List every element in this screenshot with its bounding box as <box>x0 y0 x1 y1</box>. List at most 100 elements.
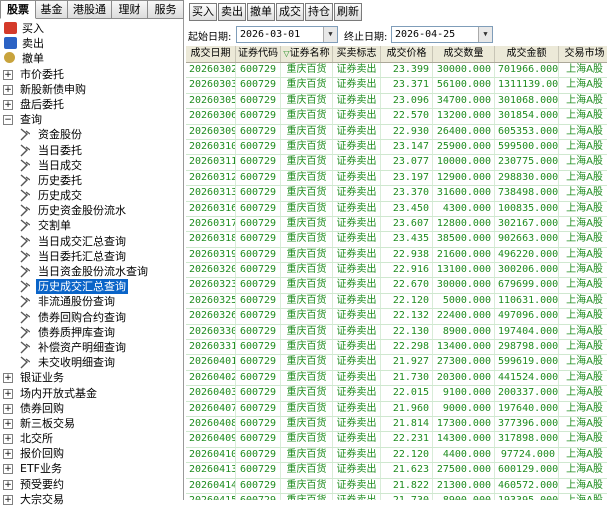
buy-button[interactable]: 买入 <box>189 3 217 21</box>
expand-icon[interactable]: + <box>3 418 13 429</box>
expand-icon[interactable]: + <box>3 84 13 95</box>
trades-button[interactable]: 成交 <box>276 3 304 21</box>
tree-item[interactable]: 当日资金股份流水查询 <box>0 264 183 279</box>
table-row[interactable]: 20260311 600729 重庆百货 证券卖出 23.077 10000.000 230… <box>186 155 607 171</box>
refresh-button[interactable]: 刷新 <box>334 3 362 21</box>
table-row[interactable]: 20260313 600729 重庆百货 证券卖出 23.370 31600.000 738… <box>186 186 607 202</box>
tree-item[interactable]: + 债券回购 <box>0 401 183 416</box>
col-side-header[interactable]: 买卖标志 <box>333 46 381 62</box>
expand-icon[interactable]: + <box>3 69 13 80</box>
tree-item[interactable]: − 查询 <box>0 112 183 127</box>
tree-item[interactable]: 当日成交汇总查询 <box>0 234 183 249</box>
table-row[interactable]: 20260302 600729 重庆百货 证券卖出 23.399 30000.000 701… <box>186 63 607 79</box>
table-row[interactable]: 20260323 600729 重庆百货 证券卖出 22.670 30000.000 679… <box>186 278 607 294</box>
tab-stocks[interactable]: 股票 <box>0 0 36 19</box>
expand-icon[interactable]: + <box>3 403 13 414</box>
tree-item[interactable]: + 预受要约 <box>0 477 183 492</box>
expand-icon[interactable]: + <box>3 464 13 475</box>
tree-item[interactable]: 资金股份 <box>0 127 183 142</box>
table-row[interactable]: 20260312 600729 重庆百货 证券卖出 23.197 12900.000 298… <box>186 170 607 187</box>
table-row[interactable]: 20260330 600729 重庆百货 证券卖出 22.130 8900.000 1974… <box>186 324 607 341</box>
tree-item[interactable]: + 新股新债申购 <box>0 82 183 97</box>
table-row[interactable]: 20260408 600729 重庆百货 证券卖出 21.814 17300.000 377… <box>186 416 607 433</box>
end-date-input[interactable]: 2026-04-25 ▼ <box>391 26 493 43</box>
sell-button[interactable]: 卖出 <box>218 3 246 21</box>
tree-item[interactable]: 非流通股份查询 <box>0 294 183 309</box>
tab-wealth[interactable]: 理财 <box>112 0 148 19</box>
table-row[interactable]: 20260325 600729 重庆百货 证券卖出 22.120 5000.000 1106… <box>186 293 607 310</box>
table-row[interactable]: 20260409 600729 重庆百货 证券卖出 22.231 14300.000 317… <box>186 432 607 448</box>
table-row[interactable]: 20260413 600729 重庆百货 证券卖出 21.623 27500.000 600… <box>186 463 607 479</box>
tab-hk-connect[interactable]: 港股通 <box>68 0 112 19</box>
expand-icon[interactable]: + <box>3 373 13 384</box>
table-row[interactable]: 20260331 600729 重庆百货 证券卖出 22.298 13400.000 298… <box>186 340 607 356</box>
table-row[interactable]: 20260402 600729 重庆百货 证券卖出 21.730 20300.000 441… <box>186 370 607 387</box>
col-quantity-header[interactable]: 成交数量 <box>433 46 495 62</box>
tree-item[interactable]: 历史委托 <box>0 173 183 188</box>
tree-item[interactable]: 债券质押库查询 <box>0 325 183 340</box>
end-date-dropdown-icon[interactable]: ▼ <box>478 27 492 42</box>
expand-icon[interactable]: + <box>3 449 13 460</box>
tree-item[interactable]: 补偿资产明细查询 <box>0 340 183 355</box>
table-row[interactable]: 20260320 600729 重庆百货 证券卖出 22.916 13100.000 300… <box>186 263 607 279</box>
positions-button[interactable]: 持仓 <box>305 3 333 21</box>
tree-item[interactable]: 历史资金股份流水 <box>0 203 183 218</box>
start-date-input[interactable]: 2026-03-01 ▼ <box>236 26 338 43</box>
collapse-icon[interactable]: − <box>3 115 13 126</box>
table-row[interactable]: 20260415600729重庆百货证券卖出21.7308900.0001933… <box>186 493 607 500</box>
table-row[interactable]: 20260326 600729 重庆百货 证券卖出 22.132 22400.000 497… <box>186 309 607 325</box>
tree-item[interactable]: + 北交所 <box>0 431 183 446</box>
col-security-code-header[interactable]: 证券代码 <box>236 46 281 62</box>
col-trade-date-cell: 20260317 <box>186 216 236 232</box>
tree-item[interactable]: 未交收明细查询 <box>0 355 183 370</box>
col-trade-date-cell: 20260306 <box>186 109 236 124</box>
tree-item[interactable]: + 银证业务 <box>0 370 183 385</box>
tree-item[interactable]: 历史成交汇总查询 <box>0 279 183 295</box>
tree-item[interactable]: 当日委托 <box>0 143 183 158</box>
table-row[interactable]: 20260407 600729 重庆百货 证券卖出 21.960 9000.000 1976… <box>186 401 607 417</box>
col-security-code-cell: 600729 <box>236 370 281 386</box>
tree-item[interactable]: 债券回购合约查询 <box>0 310 183 325</box>
table-row[interactable]: 20260306 600729 重庆百货 证券卖出 22.570 13200.000 301… <box>186 109 607 125</box>
table-row[interactable]: 20260401 600729 重庆百货 证券卖出 21.927 27300.000 599… <box>186 355 607 371</box>
tree-item[interactable]: 当日成交 <box>0 158 183 173</box>
tab-service[interactable]: 服务 <box>148 0 184 19</box>
tree-item[interactable]: + 场内开放式基金 <box>0 386 183 401</box>
table-row[interactable]: 20260317 600729 重庆百货 证券卖出 23.607 12800.000 302… <box>186 216 607 233</box>
table-row[interactable]: 20260303 600729 重庆百货 证券卖出 23.371 56100.000 131… <box>186 78 607 94</box>
table-row[interactable]: 20260403 600729 重庆百货 证券卖出 22.015 9100.000 2003… <box>186 386 607 402</box>
col-security-name-header[interactable]: ▽证券名称 <box>281 46 333 62</box>
tree-item[interactable]: 历史成交 <box>0 188 183 203</box>
tree-item[interactable]: 买入 <box>0 21 183 36</box>
tree-item[interactable]: + 报价回购 <box>0 446 183 461</box>
expand-icon[interactable]: + <box>3 434 13 445</box>
col-market-header[interactable]: 交易市场 <box>559 46 607 62</box>
table-row[interactable]: 20260318 600729 重庆百货 证券卖出 23.435 38500.000 902… <box>186 232 607 248</box>
col-side-cell: 证券卖出 <box>333 386 381 401</box>
table-row[interactable]: 20260310 600729 重庆百货 证券卖出 23.147 25900.000 599… <box>186 139 607 156</box>
tree-item[interactable]: + ETF业务 <box>0 461 183 476</box>
table-row[interactable]: 20260319 600729 重庆百货 证券卖出 22.938 21600.000 496… <box>186 247 607 264</box>
tree-item[interactable]: + 盘后委托 <box>0 97 183 112</box>
tree-item[interactable]: + 大宗交易 <box>0 492 183 507</box>
tree-item[interactable]: + 市价委托 <box>0 67 183 82</box>
tree-item[interactable]: 当日委托汇总查询 <box>0 249 183 264</box>
tree-item[interactable]: 交割单 <box>0 218 183 233</box>
expand-icon[interactable]: + <box>3 388 13 399</box>
tab-funds[interactable]: 基金 <box>36 0 68 19</box>
tree-item[interactable]: 卖出 <box>0 36 183 51</box>
expand-icon[interactable]: + <box>3 479 13 490</box>
table-row[interactable]: 20260414 600729 重庆百货 证券卖出 21.822 21300.000 460… <box>186 478 607 494</box>
table-row[interactable]: 20260316 600729 重庆百货 证券卖出 23.450 4300.000 1008… <box>186 201 607 217</box>
col-price-header[interactable]: 成交价格 <box>381 46 433 62</box>
tree-item[interactable]: + 新三板交易 <box>0 416 183 431</box>
col-amount-header[interactable]: 成交金额 <box>495 46 559 62</box>
expand-icon[interactable]: + <box>3 99 13 110</box>
table-row[interactable]: 20260305 600729 重庆百货 证券卖出 23.096 34700.000 301… <box>186 93 607 110</box>
table-row[interactable]: 20260309 600729 重庆百货 证券卖出 22.930 26400.000 605… <box>186 124 607 140</box>
start-date-dropdown-icon[interactable]: ▼ <box>323 27 337 42</box>
col-trade-date-header[interactable]: 成交日期 <box>186 46 236 62</box>
table-row[interactable]: 20260410 600729 重庆百货 证券卖出 22.120 4400.000 9772… <box>186 447 607 464</box>
cancel-order-button[interactable]: 撤单 <box>247 3 275 21</box>
tree-item[interactable]: 撤单 <box>0 51 183 66</box>
